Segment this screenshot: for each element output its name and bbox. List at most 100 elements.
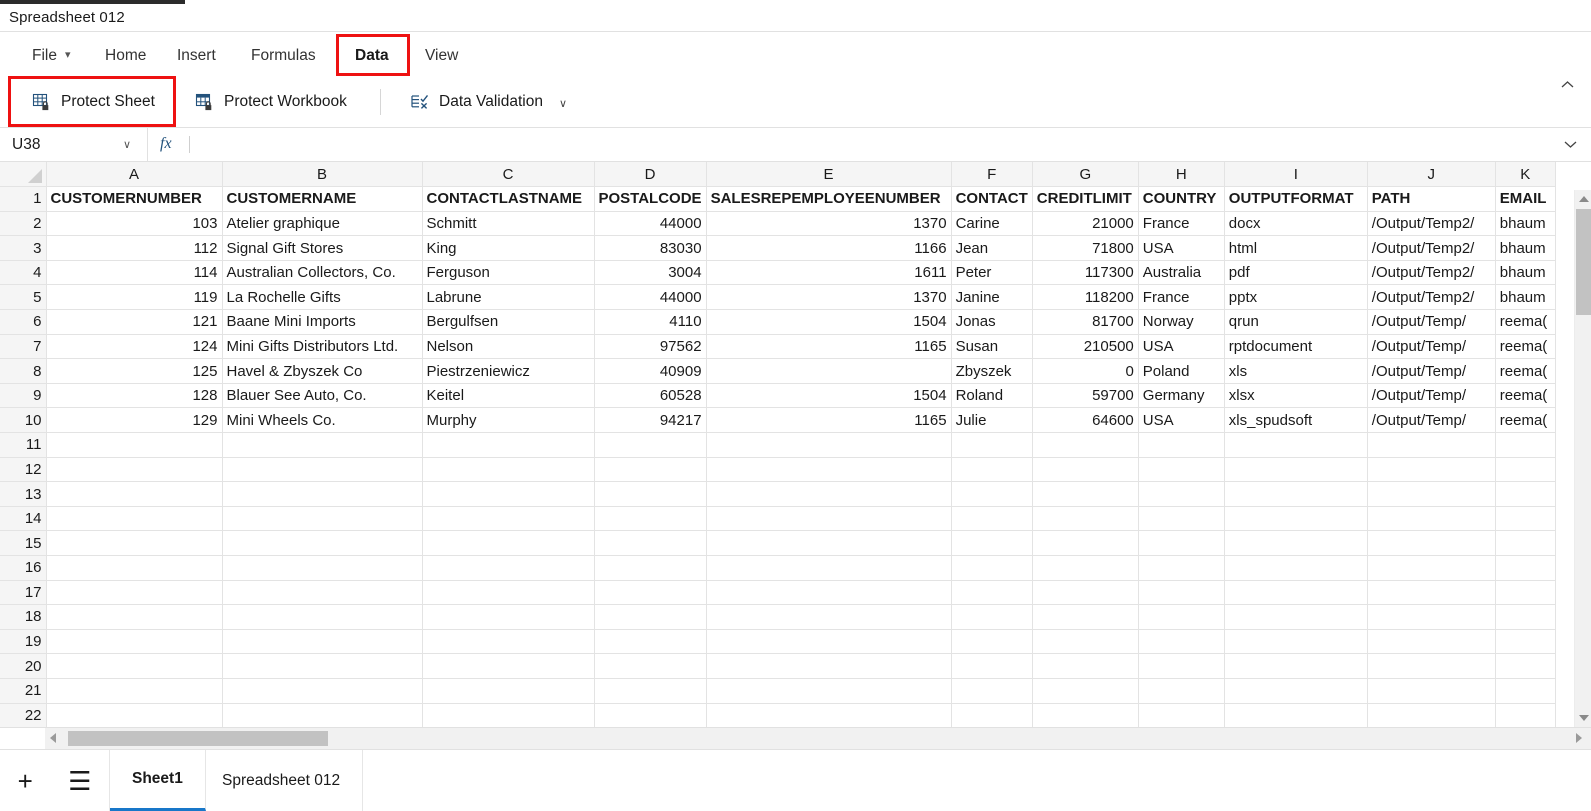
insert-function-icon[interactable]: fx (160, 135, 172, 153)
row-header-18[interactable]: 18 (0, 604, 47, 630)
cell-G3[interactable]: 71800 (1032, 235, 1139, 261)
cell-A19[interactable] (46, 629, 223, 655)
row-header-7[interactable]: 7 (0, 334, 47, 360)
cell-F4[interactable]: Peter (951, 260, 1033, 286)
cell-K8[interactable]: reema( (1495, 358, 1556, 384)
cell-J7[interactable]: /Output/Temp/ (1367, 334, 1496, 360)
cell-K6[interactable]: reema( (1495, 309, 1556, 335)
cell-B17[interactable] (222, 580, 423, 606)
protect-sheet-button[interactable]: Protect Sheet (22, 84, 165, 120)
cell-K13[interactable] (1495, 481, 1556, 507)
cell-D5[interactable]: 44000 (594, 284, 707, 311)
cell-D2[interactable]: 44000 (594, 211, 707, 237)
cell-H9[interactable]: Germany (1138, 383, 1225, 409)
cell-B15[interactable] (222, 530, 423, 556)
row-header-9[interactable]: 9 (0, 383, 47, 409)
cell-D7[interactable]: 97562 (594, 334, 707, 360)
cell-B5[interactable]: La Rochelle Gifts (222, 284, 423, 311)
cell-E12[interactable] (706, 457, 952, 483)
cell-B10[interactable]: Mini Wheels Co. (222, 407, 423, 434)
cell-I13[interactable] (1224, 481, 1368, 507)
cell-C9[interactable]: Keitel (422, 383, 595, 409)
column-header-d[interactable]: D (594, 162, 707, 188)
data-validation-button[interactable]: Data Validation ∨ (400, 84, 577, 120)
cell-F15[interactable] (951, 530, 1033, 556)
cell-C15[interactable] (422, 530, 595, 556)
vertical-scrollbar[interactable] (1574, 190, 1591, 727)
cell-I5[interactable]: pptx (1224, 284, 1368, 311)
cell-D10[interactable]: 94217 (594, 407, 707, 434)
cell-G17[interactable] (1032, 580, 1139, 606)
cell-J13[interactable] (1367, 481, 1496, 507)
row-header-14[interactable]: 14 (0, 506, 47, 532)
cell-B22[interactable] (222, 703, 423, 727)
cell-D22[interactable] (594, 703, 707, 727)
cell-A17[interactable] (46, 580, 223, 606)
cell-B21[interactable] (222, 678, 423, 704)
cell-I14[interactable] (1224, 506, 1368, 532)
cell-H22[interactable] (1138, 703, 1225, 727)
cell-E7[interactable]: 1165 (706, 334, 952, 360)
cell-A21[interactable] (46, 678, 223, 704)
ribbon-tab-file[interactable]: File ▾ (22, 42, 81, 70)
cell-G13[interactable] (1032, 481, 1139, 507)
row-header-19[interactable]: 19 (0, 629, 47, 655)
cell-K1[interactable]: EMAIL (1495, 186, 1556, 212)
cell-J10[interactable]: /Output/Temp/ (1367, 407, 1496, 434)
cell-E13[interactable] (706, 481, 952, 507)
cell-K3[interactable]: bhaum (1495, 235, 1556, 261)
scroll-down-arrow-icon[interactable] (1579, 715, 1589, 721)
row-header-8[interactable]: 8 (0, 358, 47, 384)
cell-D18[interactable] (594, 604, 707, 630)
cell-F14[interactable] (951, 506, 1033, 532)
cell-D1[interactable]: POSTALCODE (594, 186, 707, 212)
cell-H1[interactable]: COUNTRY (1138, 186, 1225, 212)
cell-H11[interactable] (1138, 432, 1225, 458)
cell-A18[interactable] (46, 604, 223, 630)
cell-G14[interactable] (1032, 506, 1139, 532)
cell-F8[interactable]: Zbyszek (951, 358, 1033, 384)
cell-H13[interactable] (1138, 481, 1225, 507)
cell-F17[interactable] (951, 580, 1033, 606)
cell-I18[interactable] (1224, 604, 1368, 630)
scroll-left-arrow-icon[interactable] (50, 733, 56, 743)
cell-I16[interactable] (1224, 555, 1368, 581)
cell-E2[interactable]: 1370 (706, 211, 952, 237)
cell-K2[interactable]: bhaum (1495, 211, 1556, 237)
cell-K4[interactable]: bhaum (1495, 260, 1556, 286)
cell-A10[interactable]: 129 (46, 407, 223, 434)
add-sheet-icon[interactable]: + (18, 768, 33, 794)
cell-F11[interactable] (951, 432, 1033, 458)
row-header-21[interactable]: 21 (0, 678, 47, 704)
scroll-up-arrow-icon[interactable] (1579, 196, 1589, 202)
cell-F9[interactable]: Roland (951, 383, 1033, 409)
cell-H19[interactable] (1138, 629, 1225, 655)
cell-D11[interactable] (594, 432, 707, 458)
cell-D9[interactable]: 60528 (594, 383, 707, 409)
cell-K17[interactable] (1495, 580, 1556, 606)
cell-I1[interactable]: OUTPUTFORMAT (1224, 186, 1368, 212)
cell-D4[interactable]: 3004 (594, 260, 707, 286)
cell-B18[interactable] (222, 604, 423, 630)
vertical-scroll-thumb[interactable] (1576, 209, 1591, 315)
cell-E21[interactable] (706, 678, 952, 704)
column-header-k[interactable]: K (1495, 162, 1556, 188)
cell-I8[interactable]: xls (1224, 358, 1368, 384)
cell-F12[interactable] (951, 457, 1033, 483)
row-header-15[interactable]: 15 (0, 530, 47, 556)
row-header-6[interactable]: 6 (0, 309, 47, 335)
cell-B2[interactable]: Atelier graphique (222, 211, 423, 237)
column-header-c[interactable]: C (422, 162, 595, 188)
cell-F19[interactable] (951, 629, 1033, 655)
cell-B6[interactable]: Baane Mini Imports (222, 309, 423, 335)
cell-K19[interactable] (1495, 629, 1556, 655)
cell-C22[interactable] (422, 703, 595, 727)
cell-J21[interactable] (1367, 678, 1496, 704)
row-header-10[interactable]: 10 (0, 407, 47, 434)
cell-F20[interactable] (951, 653, 1033, 679)
cell-G15[interactable] (1032, 530, 1139, 556)
cell-C13[interactable] (422, 481, 595, 507)
row-header-5[interactable]: 5 (0, 284, 47, 311)
cell-H15[interactable] (1138, 530, 1225, 556)
row-header-12[interactable]: 12 (0, 457, 47, 483)
